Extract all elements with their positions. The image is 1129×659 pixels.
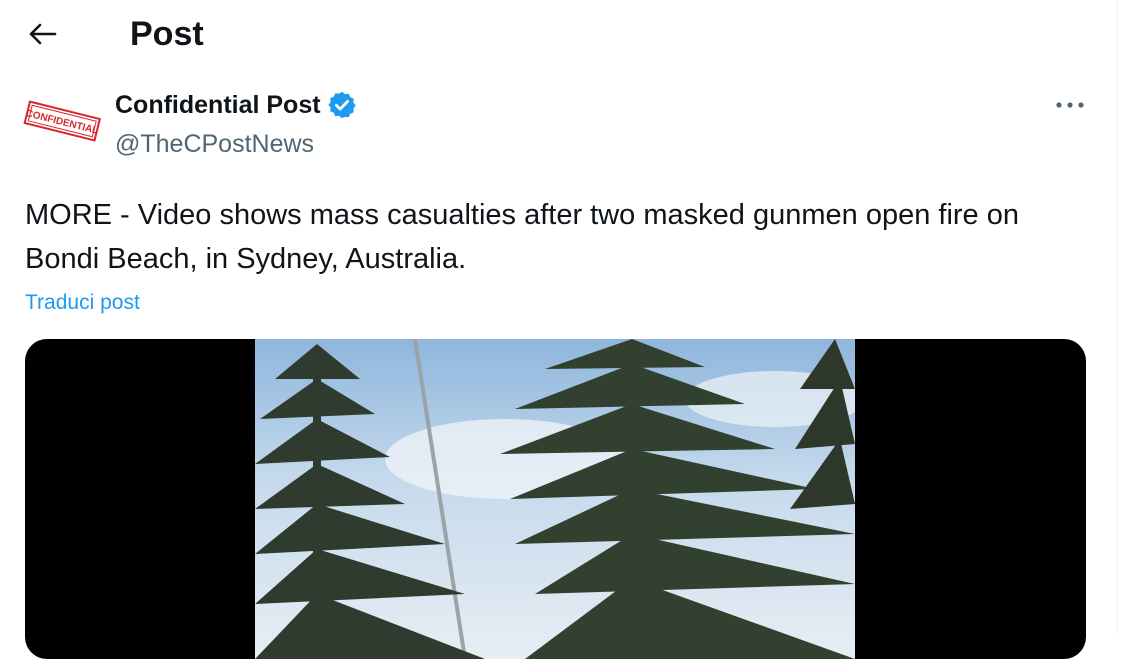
display-name: Confidential Post: [115, 91, 321, 119]
arrow-left-icon: [29, 23, 57, 45]
more-horizontal-icon: [1056, 102, 1084, 108]
author-handle[interactable]: @TheCPostNews: [115, 127, 314, 161]
post-text: MORE - Video shows mass casualties after…: [25, 199, 1019, 275]
confidential-stamp-logo: CONFIDENTIAL: [23, 100, 102, 142]
avatar[interactable]: CONFIDENTIAL: [22, 92, 102, 152]
video-player[interactable]: [25, 339, 1086, 659]
translate-post-link[interactable]: Traduci post: [25, 288, 140, 318]
video-thumbnail: [255, 339, 855, 659]
column-border: [1117, 0, 1118, 635]
page-title: Post: [130, 15, 204, 53]
author-name-link[interactable]: Confidential Post: [115, 88, 357, 122]
more-options-button[interactable]: [1048, 88, 1092, 122]
back-button[interactable]: [18, 12, 66, 56]
verified-badge-icon: [327, 91, 356, 119]
